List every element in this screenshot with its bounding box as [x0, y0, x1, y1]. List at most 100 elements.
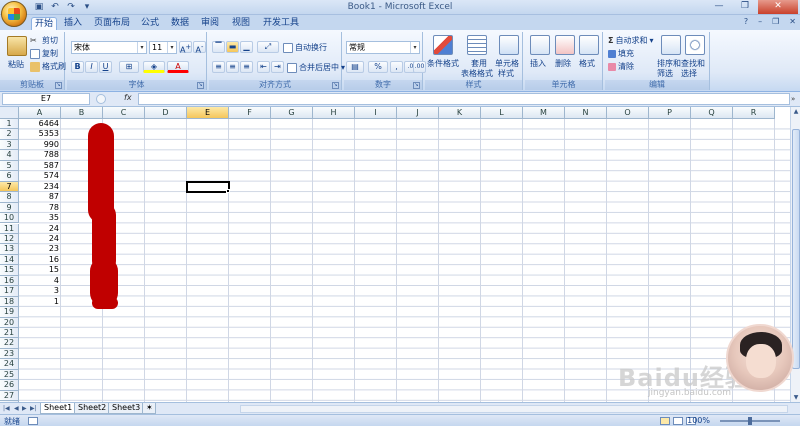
cell-a2[interactable]: 5353 — [19, 129, 61, 139]
column-header-k[interactable]: K — [439, 107, 481, 119]
merge-center-button[interactable]: 合并后居中 ▾ — [287, 62, 345, 73]
cell-a17[interactable]: 3 — [19, 286, 61, 296]
column-header-o[interactable]: O — [607, 107, 649, 119]
column-header-e[interactable]: E — [187, 107, 229, 119]
minimize-button[interactable]: — — [706, 0, 732, 14]
next-sheet-icon[interactable]: ▶ — [22, 405, 27, 412]
row-header-6[interactable]: 6 — [0, 171, 19, 182]
cell-a9[interactable]: 78 — [19, 203, 61, 213]
row-header-7[interactable]: 7 — [0, 181, 19, 193]
column-header-j[interactable]: J — [397, 107, 439, 119]
cell-a14[interactable]: 16 — [19, 255, 61, 265]
prev-sheet-icon[interactable]: ◀ — [14, 405, 19, 412]
alignment-launcher-icon[interactable]: ↘ — [332, 82, 339, 89]
row-header-18[interactable]: 18 — [0, 296, 19, 308]
sort-filter-button-line2[interactable]: 筛选 — [657, 68, 673, 79]
cell-a13[interactable]: 23 — [19, 244, 61, 254]
fill-color-button[interactable]: ◈ — [143, 61, 165, 73]
first-sheet-icon[interactable]: |◀ — [3, 405, 10, 412]
row-header-13[interactable]: 13 — [0, 244, 19, 255]
copy-button[interactable]: 复制 — [30, 48, 58, 59]
column-header-n[interactable]: N — [565, 107, 607, 119]
row-header-23[interactable]: 23 — [0, 348, 19, 360]
row-header-11[interactable]: 11 — [0, 223, 19, 234]
align-top-button[interactable]: ▔ — [212, 41, 225, 53]
column-header-f[interactable]: F — [229, 107, 271, 119]
wrap-text-button[interactable]: 自动换行 — [283, 42, 327, 53]
scroll-up-icon[interactable]: ▲ — [791, 107, 800, 116]
doc-minimize-button[interactable]: – — [758, 17, 762, 26]
format-cells-button[interactable]: 格式 — [579, 58, 595, 69]
row-header-4[interactable]: 4 — [0, 150, 19, 161]
fill-button[interactable]: 填充 — [608, 48, 634, 59]
row-header-16[interactable]: 16 — [0, 275, 19, 287]
column-header-m[interactable]: M — [523, 107, 565, 119]
cell-a5[interactable]: 587 — [19, 161, 61, 171]
row-header-10[interactable]: 10 — [0, 213, 19, 224]
row-header-26[interactable]: 26 — [0, 380, 19, 391]
row-header-5[interactable]: 5 — [0, 160, 19, 172]
row-header-15[interactable]: 15 — [0, 265, 19, 276]
orientation-button[interactable]: ⤢ — [257, 41, 279, 53]
row-header-25[interactable]: 25 — [0, 369, 19, 381]
row-header-1[interactable]: 1 — [0, 119, 19, 130]
tab-page-layout[interactable]: 页面布局 — [92, 17, 132, 30]
column-header-c[interactable]: C — [103, 107, 145, 119]
cell-styles-button-line2[interactable]: 样式 — [498, 68, 514, 79]
delete-cells-button[interactable]: 删除 — [555, 58, 571, 69]
cell-a15[interactable]: 15 — [19, 265, 61, 275]
percent-style-button[interactable]: % — [368, 61, 388, 73]
cell-a1[interactable]: 6464 — [19, 119, 61, 129]
tab-review[interactable]: 审阅 — [200, 17, 220, 30]
clipboard-launcher-icon[interactable]: ↘ — [55, 82, 62, 89]
restore-button[interactable]: ❐ — [732, 0, 758, 14]
column-header-q[interactable]: Q — [691, 107, 733, 119]
row-header-3[interactable]: 3 — [0, 139, 19, 151]
column-header-i[interactable]: I — [355, 107, 397, 119]
align-center-button[interactable]: ≡ — [226, 61, 239, 73]
row-header-19[interactable]: 19 — [0, 307, 19, 318]
name-box[interactable]: E7 — [2, 93, 90, 105]
insert-function-icon[interactable]: fx — [124, 93, 132, 102]
scroll-down-icon[interactable]: ▼ — [791, 393, 800, 402]
format-painter-button[interactable]: 格式刷 — [30, 61, 66, 72]
row-header-12[interactable]: 12 — [0, 233, 19, 245]
page-layout-view-icon[interactable] — [673, 417, 683, 425]
comma-style-button[interactable]: , — [390, 61, 403, 73]
row-header-27[interactable]: 27 — [0, 390, 19, 402]
borders-button[interactable]: ⊞ — [119, 61, 139, 73]
tab-view[interactable]: 视图 — [231, 17, 251, 30]
decrease-indent-button[interactable]: ⇤ — [257, 61, 270, 73]
office-button[interactable] — [1, 1, 27, 27]
expand-formula-bar-icon[interactable]: » — [791, 93, 799, 105]
column-header-p[interactable]: P — [649, 107, 691, 119]
active-cell-e7[interactable] — [186, 180, 230, 194]
doc-close-button[interactable]: ✕ — [789, 17, 796, 26]
conditional-format-button[interactable]: 条件格式 — [427, 58, 459, 69]
row-header-9[interactable]: 9 — [0, 202, 19, 214]
cell-a16[interactable]: 4 — [19, 276, 61, 286]
tab-home[interactable]: 开始 — [31, 17, 57, 30]
zoom-level[interactable]: 100% — [687, 416, 710, 425]
normal-view-icon[interactable] — [660, 417, 670, 425]
cell-a11[interactable]: 24 — [19, 224, 61, 234]
row-header-22[interactable]: 22 — [0, 338, 19, 349]
cell-a18[interactable]: 1 — [19, 297, 61, 307]
font-launcher-icon[interactable]: ↘ — [197, 82, 204, 89]
autosum-button[interactable]: Σ 自动求和 ▾ — [608, 35, 653, 46]
select-all-corner[interactable] — [0, 107, 19, 119]
align-left-button[interactable]: ≡ — [212, 61, 225, 73]
horizontal-scrollbar[interactable] — [240, 405, 788, 413]
increase-indent-button[interactable]: ⇥ — [271, 61, 284, 73]
sheet-tab-sheet3[interactable]: Sheet3 — [108, 403, 145, 414]
insert-sheet-icon[interactable]: ✶ — [142, 403, 156, 414]
cell-a7[interactable]: 234 — [19, 182, 61, 192]
close-button[interactable]: ✕ — [758, 0, 798, 14]
sheet-tab-sheet2[interactable]: Sheet2 — [74, 403, 111, 414]
tab-data[interactable]: 数据 — [170, 17, 190, 30]
number-format-select[interactable]: 常规 ▾ — [346, 41, 420, 54]
macro-record-icon[interactable] — [28, 417, 38, 425]
accounting-format-button[interactable]: ▤ — [346, 61, 364, 73]
align-middle-button[interactable]: ▬ — [226, 41, 239, 53]
number-launcher-icon[interactable]: ↘ — [413, 82, 420, 89]
